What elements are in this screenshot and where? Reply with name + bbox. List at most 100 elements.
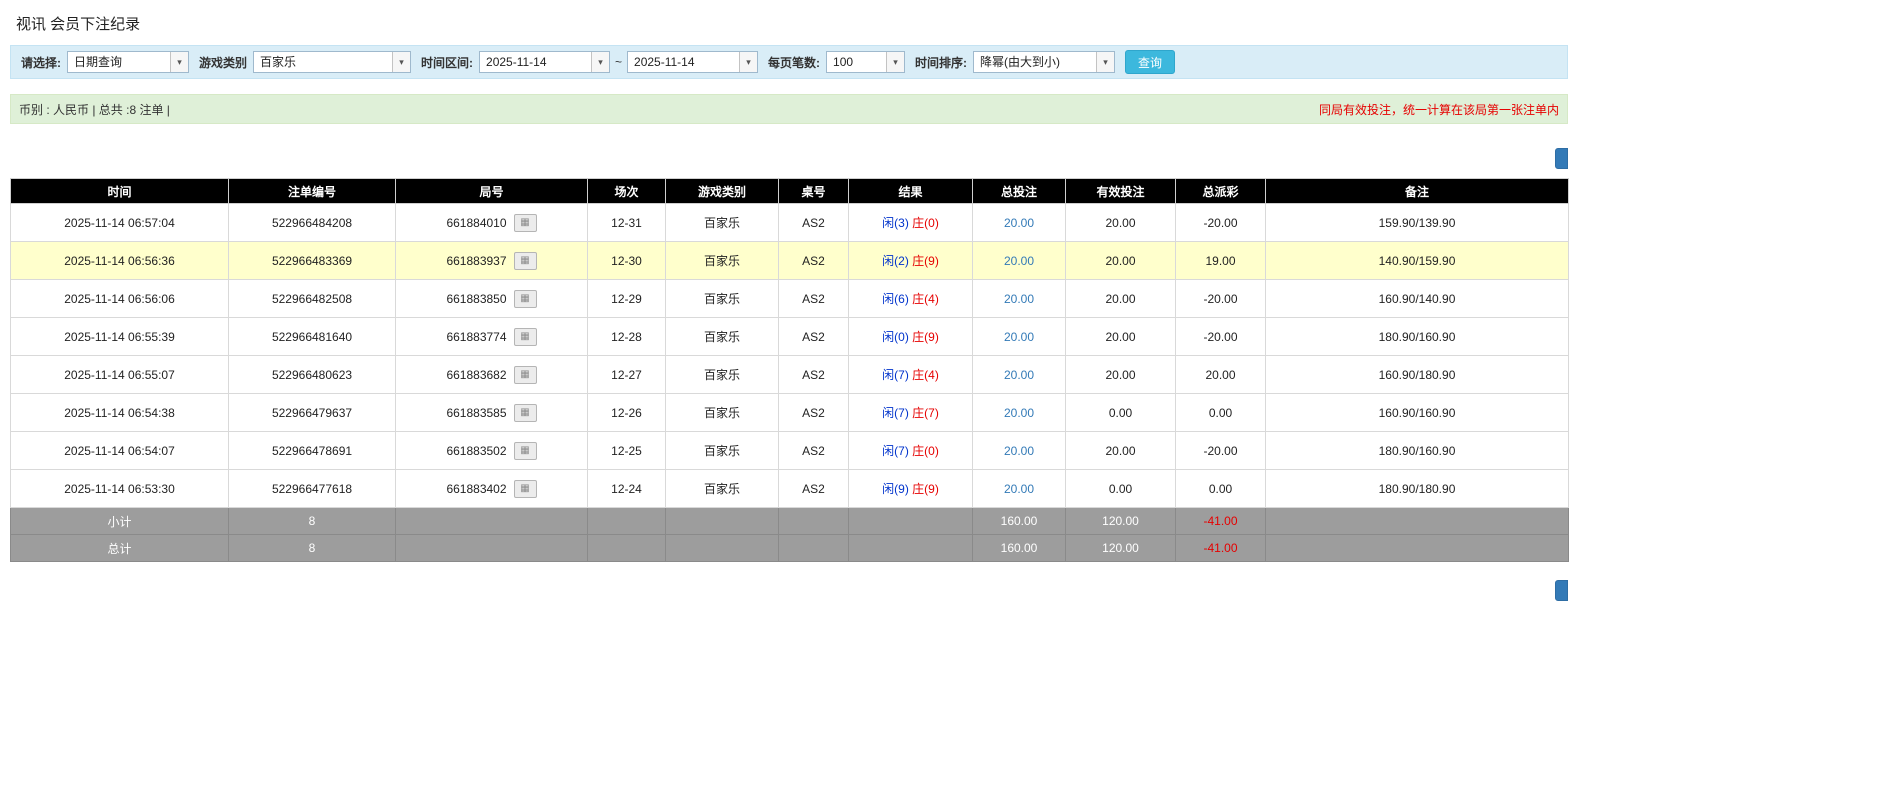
result-player: 闲(7) [882, 368, 909, 382]
cell-round-id: 661883774 ▦ [395, 317, 588, 356]
summary-empty-cell [665, 534, 779, 562]
table-row[interactable]: 2025-11-14 06:53:30 522966477618 661883402… [10, 469, 1569, 508]
summary-payout: -41.00 [1175, 507, 1266, 535]
cell-result: 闲(2) 庄(9) [848, 241, 973, 280]
cell-round-id: 661884010 ▦ [395, 203, 588, 242]
chevron-down-icon[interactable]: ▾ [170, 52, 188, 72]
cell-result: 闲(7) 庄(4) [848, 355, 973, 394]
cell-round-id: 661883585 ▦ [395, 393, 588, 432]
table-row[interactable]: 2025-11-14 06:57:04 522966484208 661884010… [10, 203, 1569, 242]
page-size-select[interactable]: 100 ▾ [826, 51, 906, 73]
total-bet-link[interactable]: 20.00 [1004, 254, 1034, 268]
cell-round-id: 661883682 ▦ [395, 355, 588, 394]
video-replay-icon[interactable]: ▦ [513, 403, 537, 422]
table-row[interactable]: 2025-11-14 06:55:07 522966480623 661883682… [10, 355, 1569, 394]
total-bet-link[interactable]: 20.00 [1004, 482, 1034, 496]
result-player: 闲(2) [882, 254, 909, 268]
video-replay-icon[interactable]: ▦ [513, 365, 537, 384]
valid-bet-notice-text: 同局有效投注，统一计算在该局第一张注单内 [1318, 102, 1559, 117]
date-from-select[interactable]: 2025-11-14 ▾ [479, 51, 611, 73]
result-banker: 庄(9) [912, 254, 939, 268]
time-sort-select[interactable]: 降幂(由大到小) ▾ [973, 51, 1116, 73]
chevron-down-icon[interactable]: ▾ [1096, 52, 1115, 72]
page-size-value: 100 [833, 55, 854, 69]
result-banker: 庄(7) [912, 406, 939, 420]
currency-summary-text: 币别 : 人民币 | 总共 :8 注单 | [19, 102, 170, 117]
cell-session: 12-25 [587, 431, 666, 470]
result-banker: 庄(9) [912, 330, 939, 344]
summary-label: 总计 [10, 534, 229, 562]
video-replay-icon[interactable]: ▦ [513, 327, 537, 346]
video-replay-icon[interactable]: ▦ [513, 289, 537, 308]
cell-note: 180.90/160.90 [1265, 431, 1569, 470]
video-replay-icon[interactable]: ▦ [513, 441, 537, 460]
page-canvas: 视讯 会员下注纪录 请选择: 日期查询 ▾ 游戏类别 百家乐 ▾ 时间区间: 2… [0, 0, 1893, 786]
total-bet-link[interactable]: 20.00 [1004, 406, 1034, 420]
video-replay-icon[interactable]: ▦ [513, 213, 537, 232]
cell-table-no: AS2 [778, 431, 849, 470]
cell-game-type: 百家乐 [665, 393, 779, 432]
cell-bet-id: 522966477618 [228, 469, 396, 508]
cell-result: 闲(9) 庄(9) [848, 469, 973, 508]
summary-empty-cell [848, 507, 973, 535]
video-replay-icon[interactable]: ▦ [513, 251, 537, 270]
round-number: 661883585 [446, 405, 507, 420]
total-bet-link[interactable]: 20.00 [1004, 368, 1034, 382]
cell-bet-id: 522966482508 [228, 279, 396, 318]
total-bet-link[interactable]: 20.00 [1004, 292, 1034, 306]
total-bet-link[interactable]: 20.00 [1004, 444, 1034, 458]
cell-time: 2025-11-14 06:55:39 [10, 317, 229, 356]
round-number: 661883402 [446, 481, 507, 496]
bottom-edge-action-button[interactable] [1555, 580, 1568, 601]
cell-session: 12-27 [587, 355, 666, 394]
table-row[interactable]: 2025-11-14 06:54:38 522966479637 661883585… [10, 393, 1569, 432]
result-player: 闲(7) [882, 444, 909, 458]
cell-table-no: AS2 [778, 355, 849, 394]
cell-total-bet: 20.00 [972, 469, 1066, 508]
chevron-down-icon[interactable]: ▾ [392, 52, 411, 72]
cell-payout: 20.00 [1175, 355, 1266, 394]
chevron-down-icon[interactable]: ▾ [739, 52, 758, 72]
cell-note: 159.90/139.90 [1265, 203, 1569, 242]
total-bet-link[interactable]: 20.00 [1004, 330, 1034, 344]
summary-empty-cell [587, 534, 666, 562]
game-type-select[interactable]: 百家乐 ▾ [253, 51, 412, 73]
table-row[interactable]: 2025-11-14 06:56:36 522966483369 661883937… [10, 241, 1569, 280]
summary-empty-cell [395, 507, 588, 535]
result-player: 闲(0) [882, 330, 909, 344]
query-type-label: 请选择: [21, 55, 61, 70]
chevron-down-icon[interactable]: ▾ [591, 52, 610, 72]
cell-valid-bet: 20.00 [1065, 317, 1176, 356]
cell-valid-bet: 0.00 [1065, 393, 1176, 432]
cell-total-bet: 20.00 [972, 431, 1066, 470]
cell-result: 闲(6) 庄(4) [848, 279, 973, 318]
cell-valid-bet: 20.00 [1065, 355, 1176, 394]
cell-note: 180.90/180.90 [1265, 469, 1569, 508]
table-row[interactable]: 2025-11-14 06:56:06 522966482508 661883850… [10, 279, 1569, 318]
total-bet-link[interactable]: 20.00 [1004, 216, 1034, 230]
table-row[interactable]: 2025-11-14 06:55:39 522966481640 661883774… [10, 317, 1569, 356]
summary-valid-bet: 120.00 [1065, 534, 1176, 562]
video-replay-icon[interactable]: ▦ [513, 479, 537, 498]
chevron-down-icon[interactable]: ▾ [886, 52, 905, 72]
cell-game-type: 百家乐 [665, 241, 779, 280]
result-banker: 庄(4) [912, 368, 939, 382]
column-header: 总投注 [972, 178, 1066, 204]
query-type-select[interactable]: 日期查询 ▾ [67, 51, 189, 73]
column-header: 时间 [10, 178, 229, 204]
cell-game-type: 百家乐 [665, 469, 779, 508]
notice-bar: 币别 : 人民币 | 总共 :8 注单 | 同局有效投注，统一计算在该局第一张注… [10, 94, 1568, 124]
table-row[interactable]: 2025-11-14 06:54:07 522966478691 661883502… [10, 431, 1569, 470]
top-edge-action-button[interactable] [1555, 148, 1568, 169]
query-type-value: 日期查询 [74, 55, 123, 69]
cell-total-bet: 20.00 [972, 241, 1066, 280]
search-button[interactable]: 查询 [1125, 50, 1176, 74]
cell-table-no: AS2 [778, 469, 849, 508]
cell-bet-id: 522966481640 [228, 317, 396, 356]
cell-table-no: AS2 [778, 241, 849, 280]
date-to-select[interactable]: 2025-11-14 ▾ [627, 51, 759, 73]
cell-result: 闲(0) 庄(9) [848, 317, 973, 356]
summary-label: 小计 [10, 507, 229, 535]
cell-session: 12-29 [587, 279, 666, 318]
cell-bet-id: 522966479637 [228, 393, 396, 432]
